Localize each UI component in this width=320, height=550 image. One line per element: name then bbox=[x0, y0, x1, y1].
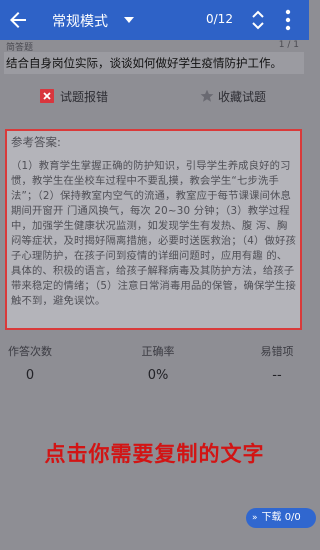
stat-accuracy: 正确率 0% bbox=[132, 343, 184, 383]
error-prone-label: 易错项 bbox=[260, 345, 294, 358]
reference-answer-box[interactable]: 参考答案: （1）教育学生掌握正确的防护知识，引导学生养成良好的习惯，教学生在坐… bbox=[5, 129, 302, 330]
question-progress: 1 / 1 bbox=[278, 40, 299, 50]
more-vert-icon[interactable] bbox=[285, 9, 291, 31]
accuracy-value: 0% bbox=[147, 368, 169, 383]
question-counter: 0/12 bbox=[206, 12, 233, 26]
download-label: 下载 0/0 bbox=[261, 512, 301, 523]
attempts-value: 0 bbox=[25, 368, 35, 383]
stat-error-prone: 易错项 -- bbox=[250, 343, 304, 383]
stat-attempts: 作答次数 0 bbox=[4, 343, 56, 383]
star-icon bbox=[200, 89, 214, 102]
double-chevron-right-icon: » bbox=[252, 513, 258, 523]
error-prone-value: -- bbox=[272, 368, 282, 383]
mode-selector-label[interactable]: 常规模式 bbox=[52, 11, 108, 31]
report-icon bbox=[40, 89, 54, 103]
accuracy-label: 正确率 bbox=[141, 345, 175, 358]
answer-title: 参考答案: bbox=[11, 135, 61, 149]
stats-row: 作答次数 0 正确率 0% 易错项 -- bbox=[0, 343, 309, 383]
chevron-down-icon[interactable] bbox=[124, 17, 134, 23]
action-bar: 试题报错 收藏试题 bbox=[0, 84, 309, 108]
answer-text[interactable]: （1）教育学生掌握正确的防护知识，引导学生养成良好的习惯，教学生在坐校车过程中不… bbox=[11, 159, 297, 309]
question-text[interactable]: 结合自身岗位实际，谈谈如何做好学生疫情防护工作。 bbox=[4, 52, 304, 74]
back-arrow-icon[interactable] bbox=[6, 8, 30, 32]
overlay-hint-text: 点击你需要复制的文字 bbox=[44, 442, 265, 466]
download-button[interactable]: » 下载 0/0 bbox=[246, 508, 316, 528]
top-bar: 常规模式 0/12 bbox=[0, 0, 309, 40]
attempts-label: 作答次数 bbox=[8, 345, 52, 358]
favorite-label: 收藏试题 bbox=[218, 90, 267, 104]
report-error-label: 试题报错 bbox=[60, 90, 109, 104]
up-down-icon[interactable] bbox=[251, 8, 265, 32]
